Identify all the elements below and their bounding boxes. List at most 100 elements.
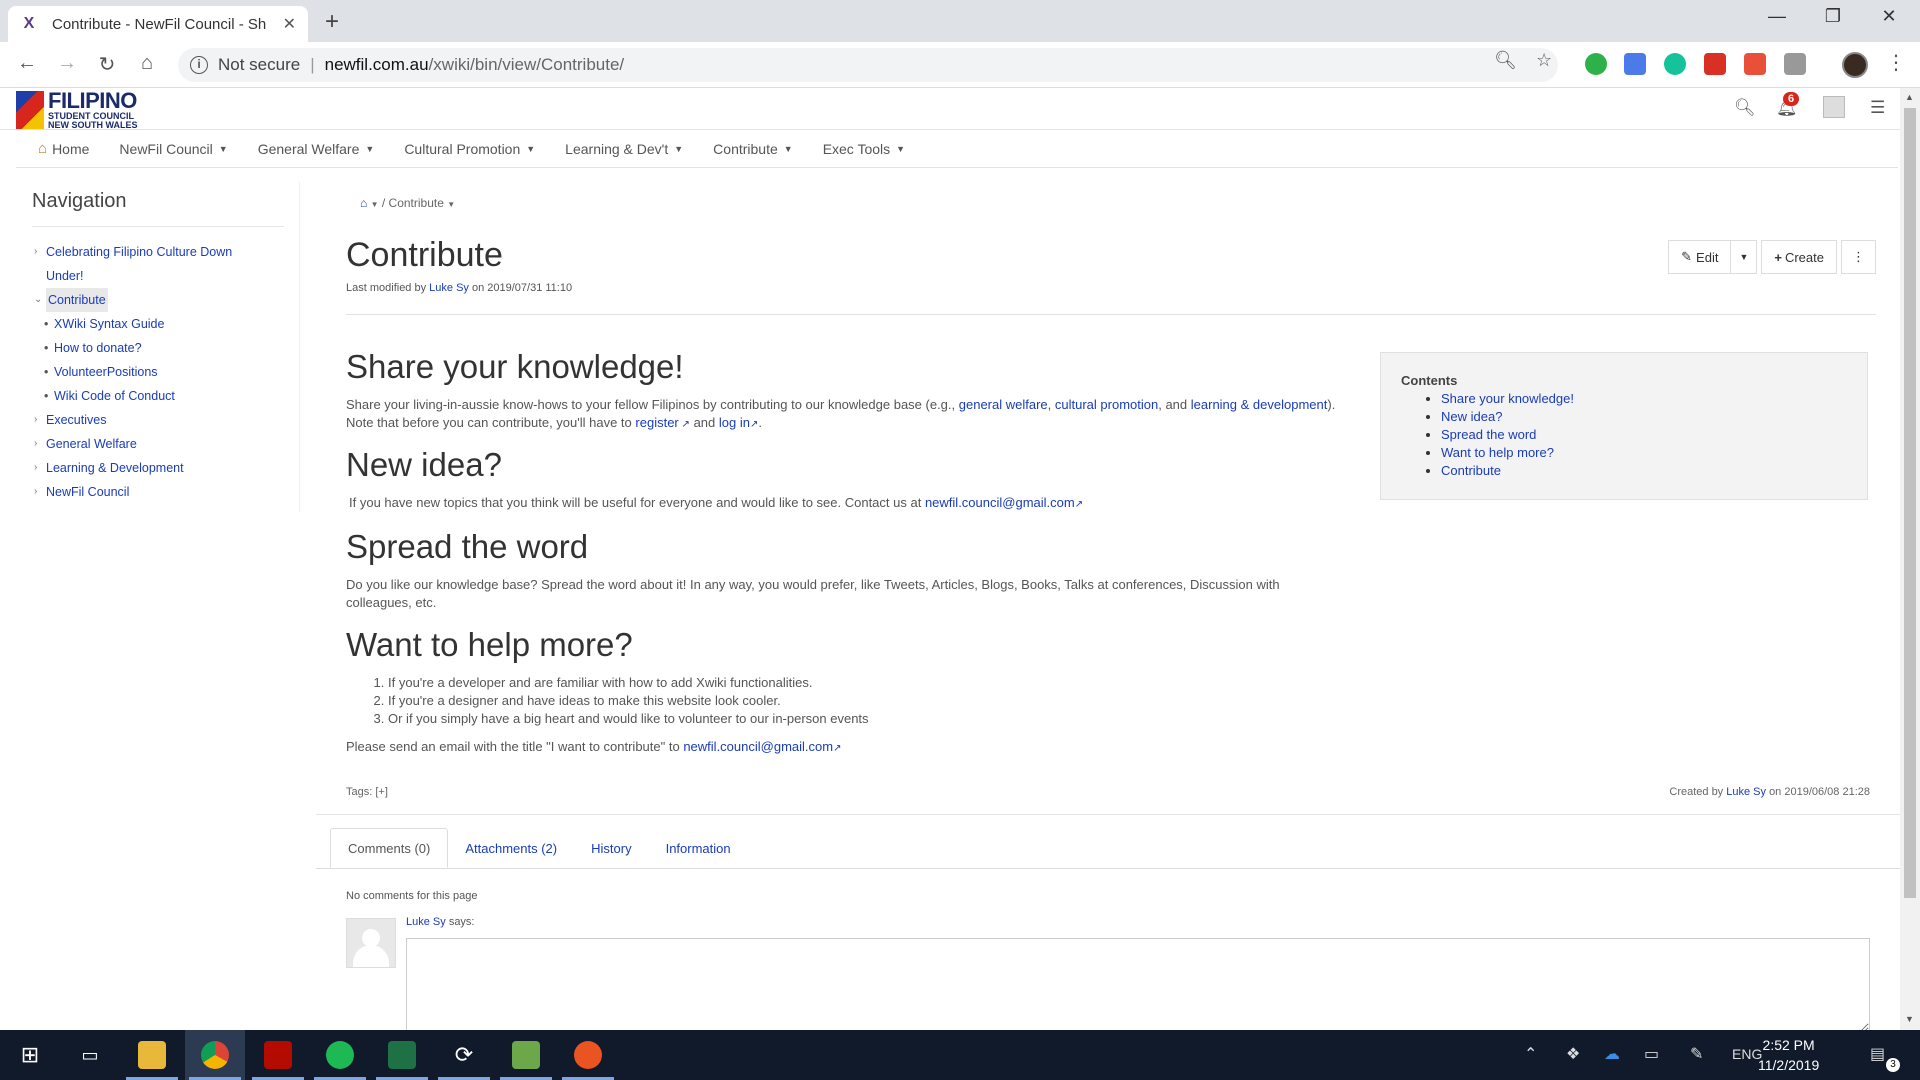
menu-item-newfil-council[interactable]: NewFil Council ▼ xyxy=(119,141,227,157)
caret-down-icon[interactable]: ▼ xyxy=(371,200,379,209)
breadcrumb-home-icon[interactable]: ⌂ xyxy=(360,196,367,210)
tab-attachments[interactable]: Attachments (2) xyxy=(448,828,574,868)
start-button[interactable]: ⊞ xyxy=(0,1030,60,1080)
toc-item[interactable]: Spread the word xyxy=(1441,427,1536,442)
link-cultural-promotion[interactable]: cultural promotion xyxy=(1055,397,1158,412)
zoom-icon[interactable]: 🔍︎ xyxy=(1494,50,1517,71)
tree-item-contribute[interactable]: ⌄ Contribute xyxy=(34,288,246,312)
extension-red-icon[interactable] xyxy=(1704,53,1726,75)
chevron-right-icon[interactable]: › xyxy=(34,480,44,504)
link-learning-development[interactable]: learning & development xyxy=(1191,397,1328,412)
evernote-extension-icon[interactable] xyxy=(1585,53,1607,75)
taskbar-clock[interactable]: 2:52 PM 11/2/2019 xyxy=(1758,1035,1819,1075)
menu-item-general-welfare[interactable]: General Welfare ▼ xyxy=(258,141,375,157)
action-center-icon[interactable]: ▤ xyxy=(1870,1044,1885,1064)
tab-information[interactable]: Information xyxy=(649,828,748,868)
tree-item-executives[interactable]: › Executives xyxy=(34,408,246,432)
translate-extension-icon[interactable] xyxy=(1624,53,1646,75)
create-button[interactable]: + Create xyxy=(1761,240,1837,274)
link-general-welfare[interactable]: general welfare xyxy=(959,397,1048,412)
tab-history[interactable]: History xyxy=(574,828,648,868)
tree-item-celebrating[interactable]: › Celebrating Filipino Culture Down Unde… xyxy=(34,240,246,288)
creator-link[interactable]: Luke Sy xyxy=(1726,786,1766,798)
chevron-right-icon[interactable]: › xyxy=(34,432,44,456)
taskbar-ubuntu[interactable] xyxy=(558,1030,618,1080)
browser-menu-icon[interactable]: ⋮ xyxy=(1886,50,1906,75)
home-icon[interactable]: ⌂ xyxy=(134,52,160,75)
extension-cross-icon[interactable] xyxy=(1744,53,1766,75)
user-avatar[interactable] xyxy=(1823,96,1845,118)
tree-item-code-of-conduct[interactable]: • Wiki Code of Conduct xyxy=(34,384,246,408)
taskbar-file-explorer[interactable] xyxy=(122,1030,182,1080)
window-close-icon[interactable]: ✕ xyxy=(1866,6,1912,27)
site-logo[interactable]: FILIPINO STUDENT COUNCIL NEW SOUTH WALES xyxy=(16,90,138,130)
taskbar-app-chart[interactable] xyxy=(496,1030,556,1080)
menu-item-cultural-promotion[interactable]: Cultural Promotion ▼ xyxy=(404,141,535,157)
toc-item[interactable]: New idea? xyxy=(1441,409,1502,424)
restore-icon[interactable]: ❐ xyxy=(1810,6,1856,27)
tree-item-donate[interactable]: • How to donate? xyxy=(34,336,246,360)
more-actions-button[interactable]: ⋮ xyxy=(1841,240,1876,274)
extension-grey-icon[interactable] xyxy=(1784,53,1806,75)
chevron-down-icon[interactable]: ⌄ xyxy=(34,288,44,312)
taskbar-spotify[interactable] xyxy=(310,1030,370,1080)
page-scrollbar[interactable]: ▲ ▼ xyxy=(1900,88,1920,1030)
taskbar-excel[interactable] xyxy=(372,1030,432,1080)
tree-item-general-welfare[interactable]: › General Welfare xyxy=(34,432,246,456)
edit-dropdown-button[interactable]: ▼ xyxy=(1731,240,1758,274)
link-register[interactable]: register xyxy=(635,415,678,430)
tab-comments[interactable]: Comments (0) xyxy=(330,828,449,868)
toc-item[interactable]: Contribute xyxy=(1441,463,1501,478)
pen-icon[interactable]: ✎ xyxy=(1690,1044,1703,1064)
add-tag-button[interactable]: [+] xyxy=(375,786,388,798)
caret-down-icon[interactable]: ▼ xyxy=(447,200,455,209)
site-search-icon[interactable]: 🔍︎ xyxy=(1734,98,1756,118)
tray-chevron-up-icon[interactable]: ⌃ xyxy=(1524,1044,1537,1064)
menu-item-exec-tools[interactable]: Exec Tools ▼ xyxy=(823,141,905,157)
taskbar-acrobat[interactable] xyxy=(248,1030,308,1080)
address-bar[interactable]: i Not secure | newfil.com.au /xwiki/bin/… xyxy=(178,48,1558,82)
chevron-right-icon[interactable]: › xyxy=(34,408,44,432)
tree-item-xwiki-syntax[interactable]: • XWiki Syntax Guide xyxy=(34,312,246,336)
battery-icon[interactable]: ▭ xyxy=(1644,1044,1659,1064)
taskbar-chrome[interactable] xyxy=(185,1030,245,1080)
breadcrumb-current[interactable]: Contribute xyxy=(389,196,444,210)
toc-item[interactable]: Share your knowledge! xyxy=(1441,391,1574,406)
scrollbar-thumb[interactable] xyxy=(1904,108,1916,898)
bookmark-star-icon[interactable]: ☆ xyxy=(1536,50,1552,71)
tree-item-volunteer[interactable]: • VolunteerPositions xyxy=(34,360,246,384)
onedrive-icon[interactable]: ☁ xyxy=(1604,1044,1620,1064)
tree-item-learning[interactable]: › Learning & Development xyxy=(34,456,246,480)
chevron-right-icon[interactable]: › xyxy=(34,456,44,480)
drawer-menu-icon[interactable]: ☰ xyxy=(1870,98,1885,118)
browser-tab[interactable]: X Contribute - NewFil Council - Sh ✕ xyxy=(8,6,308,42)
email-link[interactable]: newfil.council@gmail.com xyxy=(683,739,833,754)
back-icon[interactable]: ← xyxy=(14,52,40,75)
new-tab-icon[interactable]: + xyxy=(325,8,339,36)
task-view-button[interactable]: ▭ xyxy=(60,1030,120,1080)
minimize-icon[interactable]: — xyxy=(1754,6,1800,27)
taskbar-sync-app[interactable]: ⟳ xyxy=(434,1030,494,1080)
scroll-down-icon[interactable]: ▼ xyxy=(1905,1014,1914,1024)
chevron-right-icon[interactable]: › xyxy=(34,240,44,264)
grammarly-extension-icon[interactable] xyxy=(1664,53,1686,75)
reload-icon[interactable]: ↻ xyxy=(94,52,120,77)
edit-button[interactable]: ✎ Edit xyxy=(1668,240,1732,274)
profile-avatar[interactable] xyxy=(1842,52,1868,78)
link-log-in[interactable]: log in xyxy=(719,415,750,430)
menu-item-learning-dev[interactable]: Learning & Dev't ▼ xyxy=(565,141,683,157)
comment-textarea[interactable] xyxy=(406,938,1870,1032)
info-icon[interactable]: i xyxy=(190,56,208,74)
tab-close-icon[interactable]: ✕ xyxy=(283,14,296,34)
dropbox-icon[interactable]: ❖ xyxy=(1566,1044,1580,1064)
forward-icon[interactable]: → xyxy=(54,52,80,75)
tree-item-newfil-council[interactable]: › NewFil Council xyxy=(34,480,246,504)
toc-title: Contents xyxy=(1401,373,1458,388)
comment-author-link[interactable]: Luke Sy xyxy=(406,916,446,928)
toc-item[interactable]: Want to help more? xyxy=(1441,445,1554,460)
menu-item-home[interactable]: ⌂ Home xyxy=(38,140,89,157)
menu-item-contribute[interactable]: Contribute ▼ xyxy=(713,141,793,157)
scroll-up-icon[interactable]: ▲ xyxy=(1905,92,1914,102)
author-link[interactable]: Luke Sy xyxy=(429,282,469,294)
email-link[interactable]: newfil.council@gmail.com xyxy=(925,495,1075,510)
